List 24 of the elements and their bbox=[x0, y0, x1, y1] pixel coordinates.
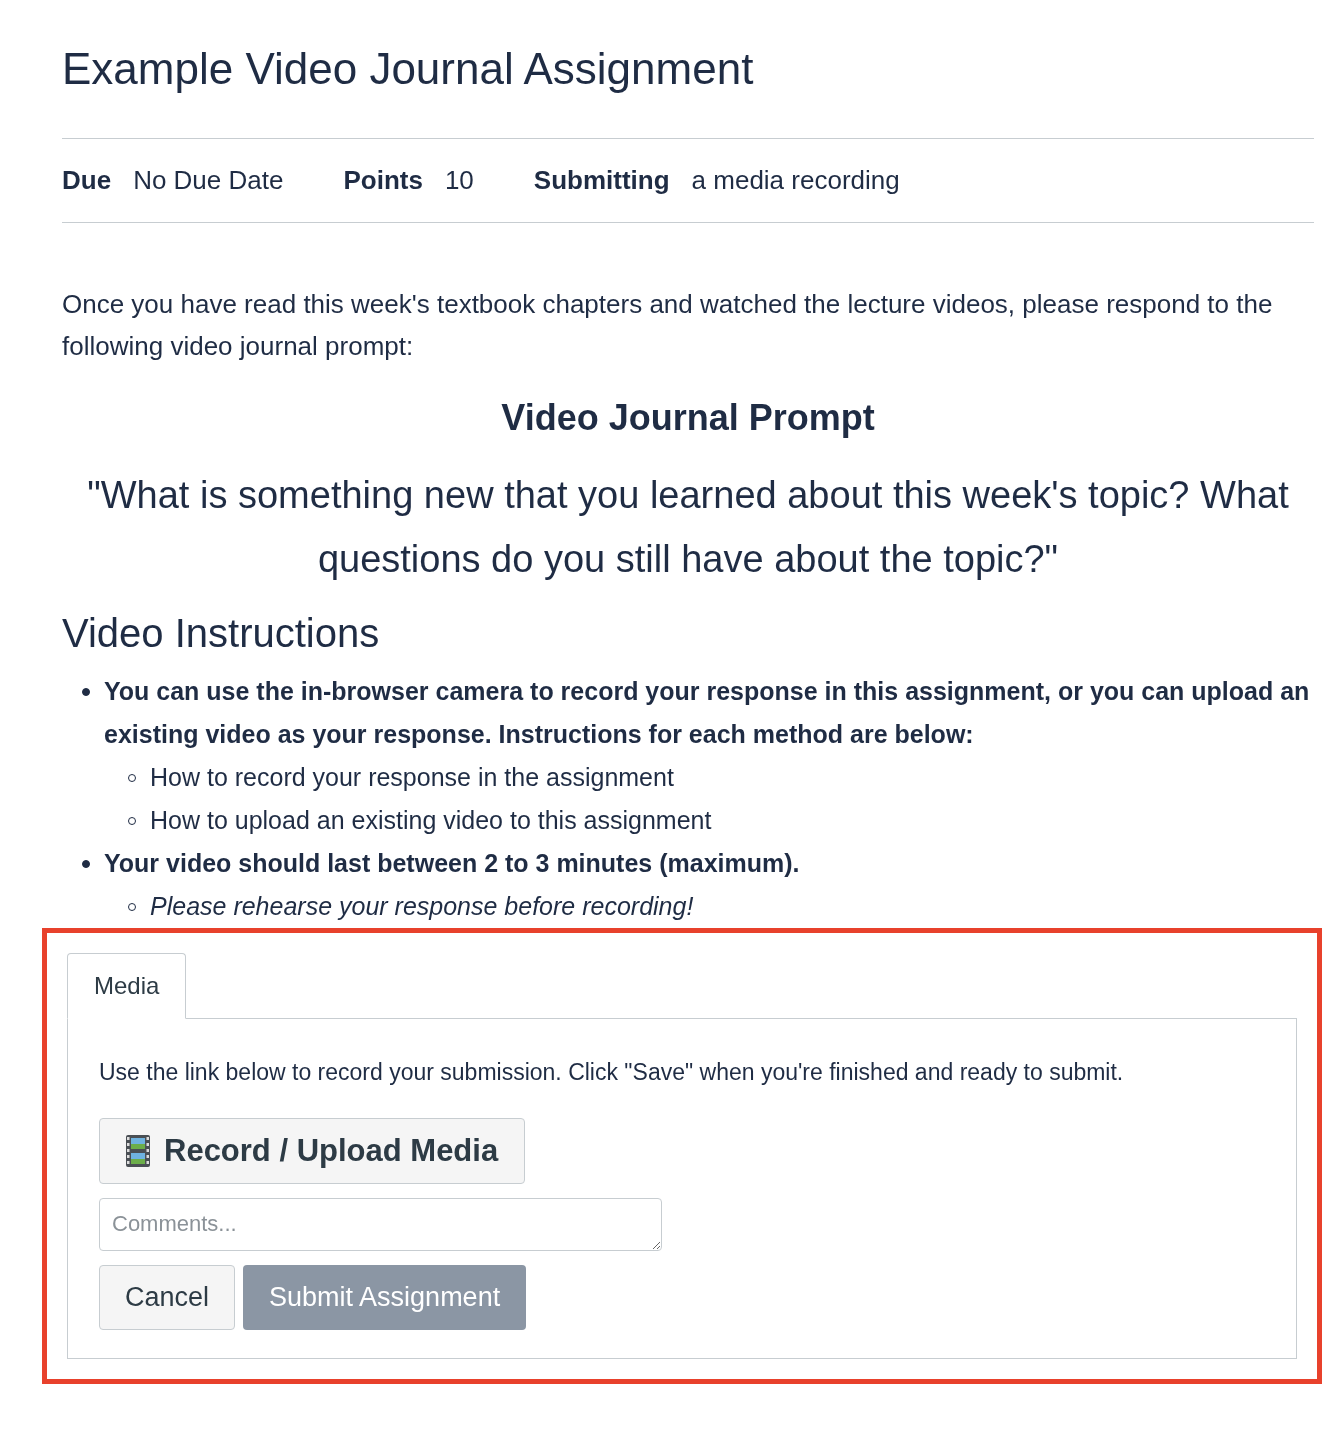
section-heading: Video Instructions bbox=[62, 611, 381, 656]
comments-field[interactable]: Comments... bbox=[99, 1198, 662, 1251]
film-icon bbox=[126, 1135, 150, 1167]
list-item: Please rehearse your response before recording! bbox=[150, 891, 694, 922]
cancel-button[interactable]: Cancel bbox=[99, 1265, 236, 1330]
detail-value: a media recording bbox=[691, 165, 900, 196]
detail-value: 10 bbox=[444, 165, 474, 196]
page-title: Example Video Journal Assignment bbox=[62, 44, 755, 94]
detail-value: No Due Date bbox=[133, 165, 284, 196]
list-item: Your video should last between 2 to 3 minutes (maximum). bbox=[104, 848, 800, 879]
help-text: Use the link below to record your submission. Click "Save" when you're finished and ready to submit. bbox=[99, 1059, 1124, 1086]
bullet-icon bbox=[82, 688, 90, 696]
list-item: How to upload an existing video to this assignment bbox=[150, 805, 712, 836]
detail-label: Points bbox=[343, 165, 423, 196]
record-upload-button[interactable]: Record / Upload Media bbox=[99, 1118, 526, 1184]
bullet-icon bbox=[82, 860, 90, 868]
list-item: You can use the in-browser camera to record your response in this assignment, or you can upload an existing video as your response. Instructions for each method are below: bbox=[104, 676, 1311, 750]
list-item: How to record your response in the assignment bbox=[150, 762, 674, 793]
tab[interactable]: Media bbox=[67, 953, 187, 1019]
prompt-heading: Video Journal Prompt bbox=[500, 397, 876, 439]
intro-text: Once you have read this week's textbook chapters and watched the lecture videos, please respond to the following video journal prompt: bbox=[62, 288, 1274, 363]
prompt-quote: "What is something new that you learned about this week's topic? What questions do you still have about the topic?" bbox=[86, 473, 1290, 582]
detail-label: Due bbox=[62, 165, 112, 196]
detail-label: Submitting bbox=[533, 165, 670, 196]
